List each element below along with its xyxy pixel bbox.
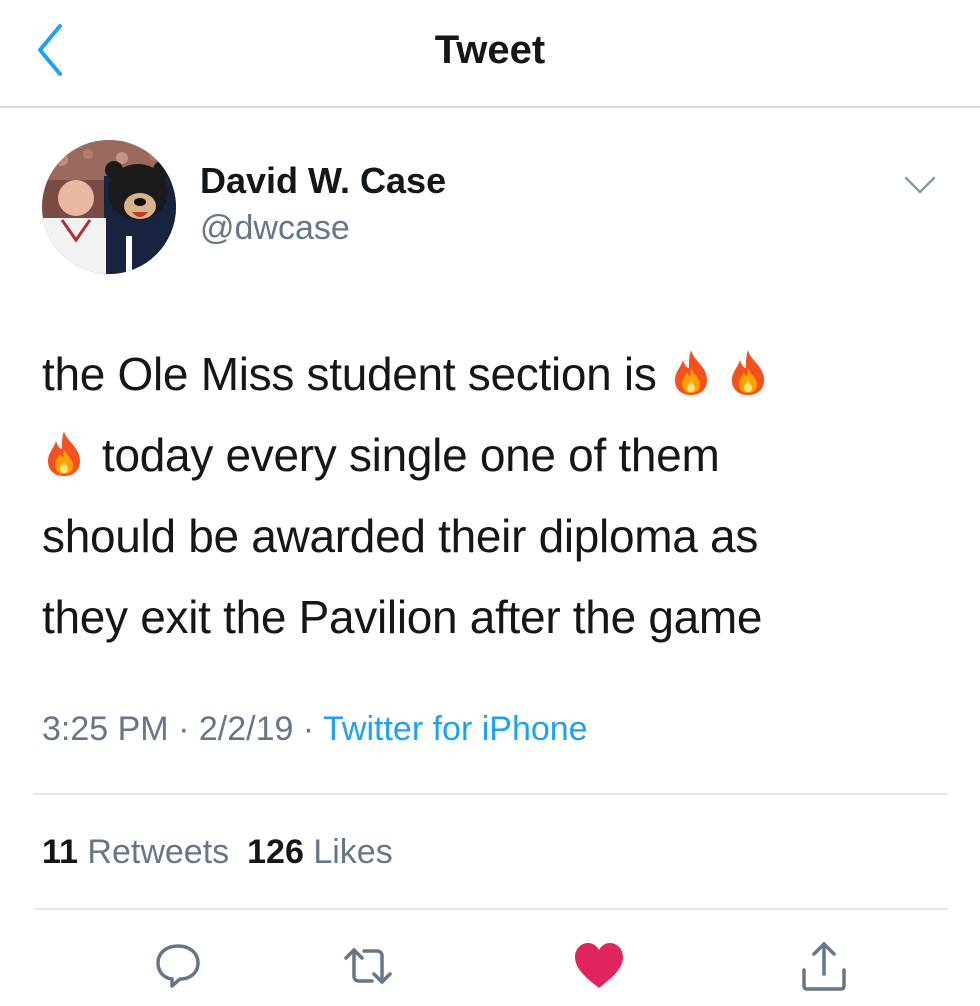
top-navigation-bar: Tweet (0, 0, 980, 108)
author-name[interactable]: David W. Case (200, 160, 446, 202)
tweet-line-text: today every single one of them (102, 429, 720, 481)
retweets-stat[interactable]: 11 Retweets (42, 833, 229, 871)
tweet-line: should be awarded their diploma as (42, 510, 759, 562)
share-button[interactable] (796, 938, 852, 994)
like-button[interactable] (571, 938, 627, 994)
divider (34, 908, 948, 910)
retweets-count: 11 (42, 833, 78, 871)
separator: · (302, 710, 315, 748)
engagement-stats: 11 Retweets 126 Likes (42, 833, 393, 872)
author-handle[interactable]: @dwcase (200, 209, 350, 248)
page-title: Tweet (434, 28, 546, 72)
avatar[interactable] (42, 140, 176, 274)
separator: · (178, 710, 190, 748)
retweets-label: Retweets (87, 833, 230, 871)
likes-count: 126 (247, 833, 304, 871)
divider (34, 793, 948, 795)
retweet-icon (344, 948, 392, 984)
share-icon (802, 942, 846, 991)
tweet-line: today every single one of them (42, 415, 942, 496)
profile-photo (42, 140, 176, 274)
reply-button[interactable] (150, 938, 206, 994)
likes-label: Likes (313, 833, 393, 871)
tweet-date: 2/2/19 (198, 710, 294, 748)
tweet-metadata: 3:25 PM · 2/2/19 · Twitter for iPhone (42, 710, 588, 749)
reply-icon (156, 944, 200, 988)
fire-emoji-icon (675, 350, 708, 395)
tweet-line: they exit the Pavilion after the game (42, 591, 763, 643)
heart-icon (575, 943, 623, 988)
likes-stat[interactable]: 126 Likes (247, 833, 393, 871)
tweet-time: 3:25 PM (42, 710, 169, 748)
chevron-down-icon (904, 176, 936, 194)
tweet-line-text: the Ole Miss student section is (42, 348, 657, 400)
retweet-button[interactable] (340, 938, 396, 994)
fire-emoji-icon (48, 431, 80, 476)
tweet-line: the Ole Miss student section is (42, 334, 942, 415)
tweet-text: the Ole Miss student section is today ev… (42, 334, 942, 658)
fire-emoji-icon (731, 350, 764, 395)
more-options-button[interactable] (900, 168, 940, 204)
tweet-source-link[interactable]: Twitter for iPhone (323, 710, 588, 748)
